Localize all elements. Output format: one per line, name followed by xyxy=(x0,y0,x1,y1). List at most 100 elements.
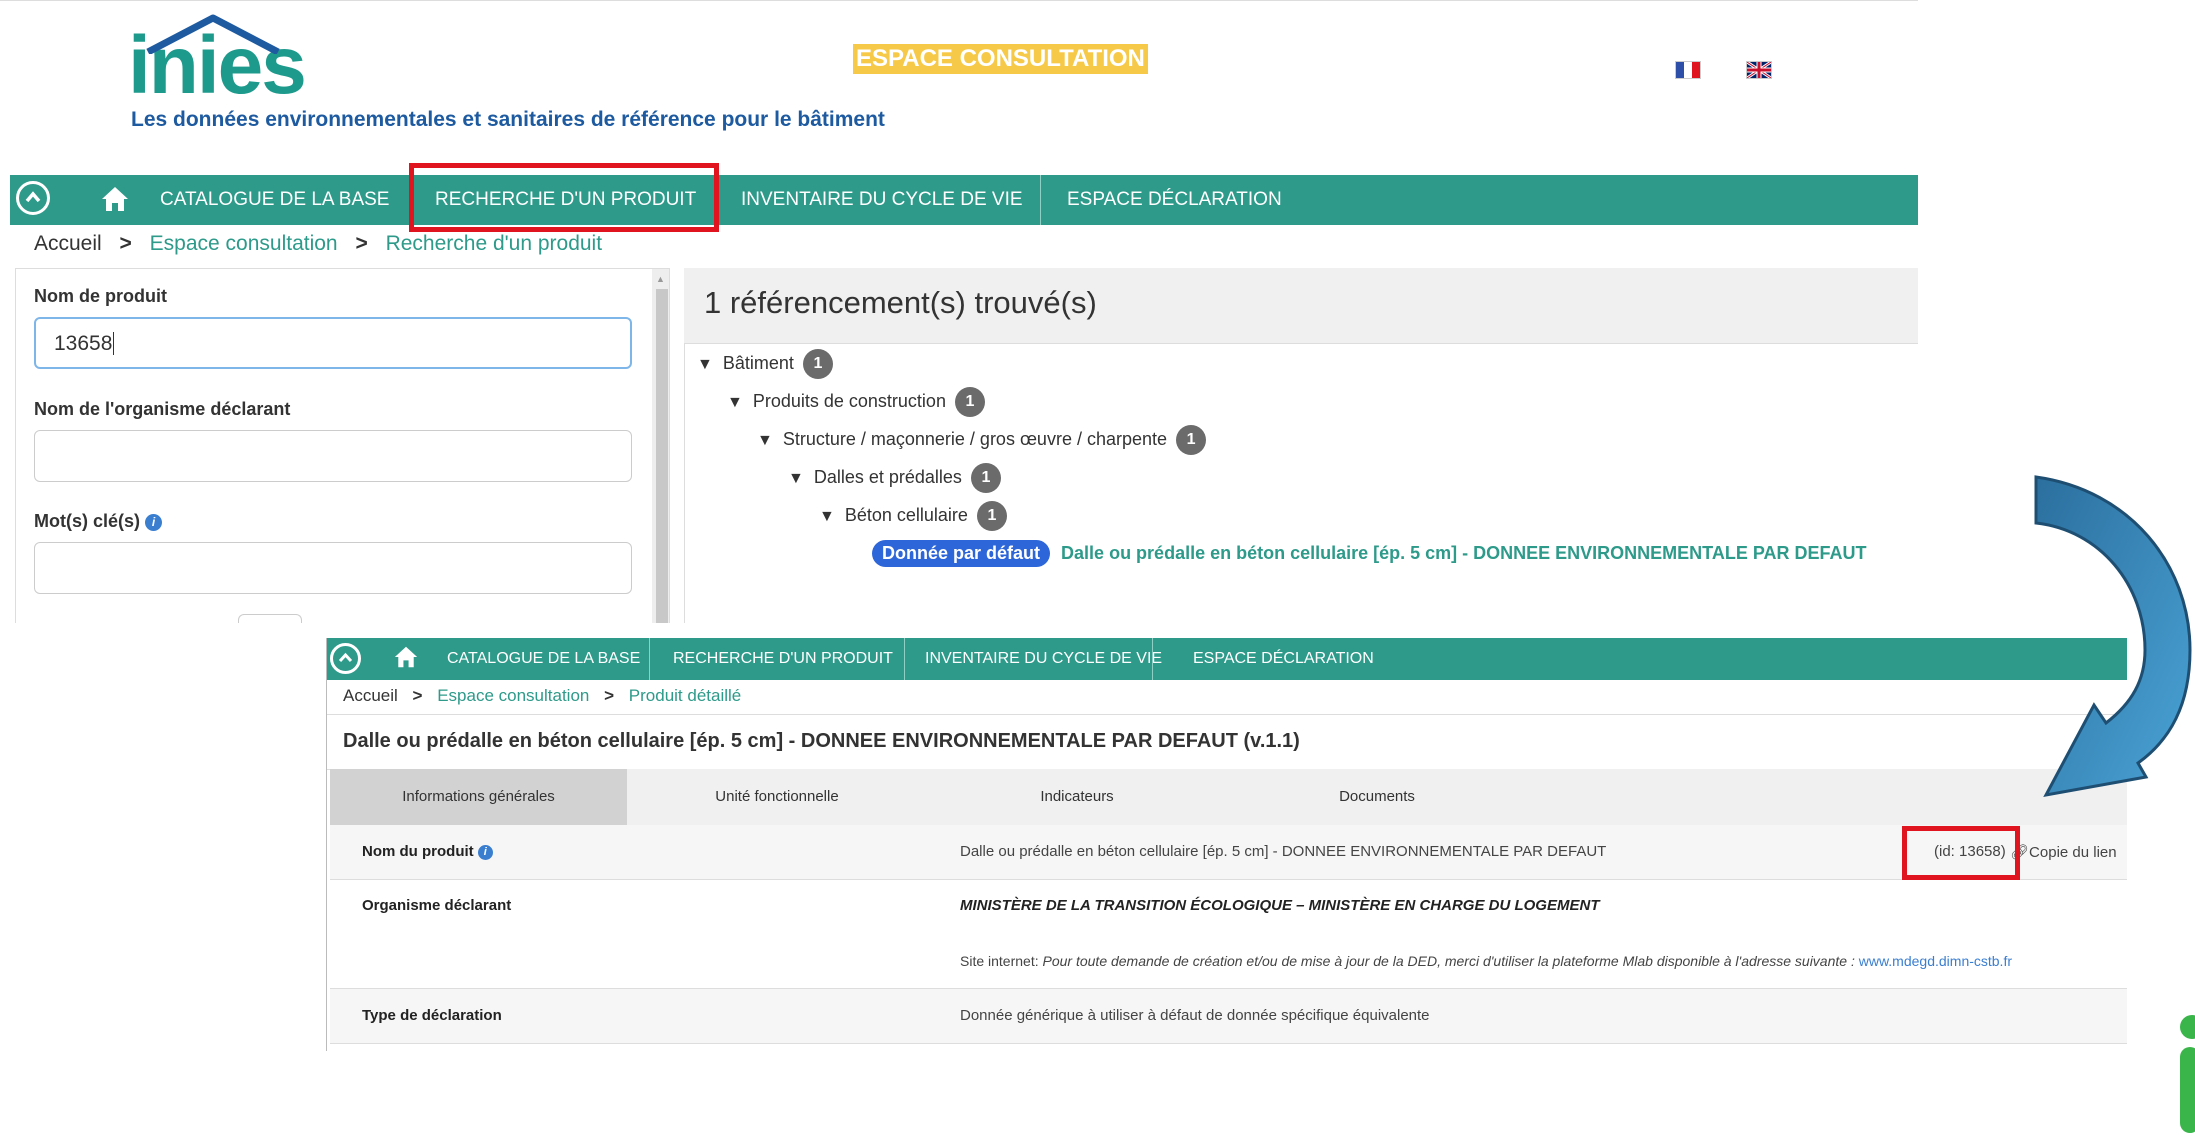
info-icon[interactable]: i xyxy=(477,844,493,860)
logo-roof-icon xyxy=(146,14,280,54)
row-declaration-type: Type de déclaration Donnée générique à u… xyxy=(330,989,2127,1044)
en-flag-icon[interactable] xyxy=(1746,61,1772,79)
edge-logo-fragment xyxy=(2180,1015,2195,1133)
results-divider xyxy=(684,343,685,623)
highlight-id-box xyxy=(1902,826,2020,880)
product-name-input[interactable]: 13658 xyxy=(34,317,632,369)
website-prefix: Site internet: xyxy=(960,953,1039,969)
row-organism: Organisme déclarant MINISTÈRE DE LA TRAN… xyxy=(330,880,2127,989)
breadcrumb-separator: > xyxy=(119,232,132,255)
partial-button[interactable] xyxy=(238,614,302,623)
nav-catalogue[interactable]: CATALOGUE DE LA BASE xyxy=(447,638,640,680)
count-badge: 1 xyxy=(976,501,1007,531)
copy-link: Copie du lien xyxy=(2029,844,2117,861)
breadcrumb-current[interactable]: Produit détaillé xyxy=(629,686,741,705)
row-product-name: Nom du produit i Dalle ou prédalle en bé… xyxy=(330,825,2127,880)
collapse-chevron-icon[interactable] xyxy=(330,643,361,674)
website-note: Pour toute demande de création et/ou de … xyxy=(1042,953,1855,969)
highlight-recherche-box xyxy=(409,163,719,232)
product-title: Dalle ou prédalle en béton cellulaire [é… xyxy=(343,730,1300,752)
nav-recherche[interactable]: RECHERCHE D'UN PRODUIT xyxy=(673,638,893,680)
site-tagline: Les données environnementales et sanitai… xyxy=(131,108,885,131)
tab-indicateurs[interactable]: Indicateurs xyxy=(927,769,1227,825)
tree-node-beton[interactable]: ▼ Béton cellulaire 1 xyxy=(819,501,1007,531)
nav-declaration[interactable]: ESPACE DÉCLARATION xyxy=(1193,638,1374,680)
organism-key: Organisme déclarant xyxy=(362,897,512,914)
espace-consultation-badge: ESPACE CONSULTATION xyxy=(853,44,1148,74)
product-title-bar: Dalle ou prédalle en béton cellulaire [é… xyxy=(327,714,2127,770)
copy-link-wrap[interactable]: 🔗︎Copie du lien xyxy=(2010,843,2117,861)
nav-catalogue[interactable]: CATALOGUE DE LA BASE xyxy=(160,175,389,225)
tree-node-structure[interactable]: ▼ Structure / maçonnerie / gros œuvre / c… xyxy=(757,425,1207,455)
tab-informations-generales[interactable]: Informations générales xyxy=(330,769,627,825)
default-data-badge: Donnée par défaut xyxy=(872,540,1051,567)
result-product-link[interactable]: Dalle ou prédalle en béton cellulaire [é… xyxy=(1061,543,1866,563)
main-nav-bar: CATALOGUE DE LA BASE RECHERCHE D'UN PROD… xyxy=(10,175,1918,225)
nav-separator xyxy=(1152,638,1153,680)
keywords-label-wrap: Mot(s) clé(s) i xyxy=(34,511,163,532)
tree-label: Bâtiment xyxy=(722,352,794,373)
scrollbar-thumb[interactable] xyxy=(656,289,668,623)
curved-arrow-icon xyxy=(2034,475,2192,798)
info-icon[interactable]: i xyxy=(145,513,163,531)
product-name-label: Nom de produit xyxy=(34,286,167,306)
tree-node-dalles[interactable]: ▼ Dalles et prédalles 1 xyxy=(788,463,1001,493)
decl-type-key: Type de déclaration xyxy=(362,1007,502,1024)
tab-documents[interactable]: Documents xyxy=(1227,769,1527,825)
keywords-label: Mot(s) clé(s) xyxy=(34,511,141,531)
website-line: Site internet: Pour toute demande de cré… xyxy=(960,953,2012,969)
detail-nav-bar: CATALOGUE DE LA BASE RECHERCHE D'UN PROD… xyxy=(327,638,2127,680)
tree-label: Dalles et prédalles xyxy=(813,466,962,487)
decl-type-value: Donnée générique à utiliser à défaut de … xyxy=(960,1007,1430,1024)
count-badge: 1 xyxy=(954,387,985,417)
breadcrumb-home[interactable]: Accueil xyxy=(34,232,102,255)
breadcrumb-separator: > xyxy=(355,232,368,255)
results-header: 1 référencement(s) trouvé(s) xyxy=(684,268,1918,344)
keywords-input[interactable] xyxy=(34,542,632,594)
nav-declaration[interactable]: ESPACE DÉCLARATION xyxy=(1067,175,1282,225)
expand-triangle-icon[interactable]: ▼ xyxy=(819,508,835,525)
breadcrumb-current[interactable]: Recherche d'un produit xyxy=(386,232,602,255)
result-item: Donnée par défaut Dalle ou prédalle en b… xyxy=(872,540,1867,567)
product-name-value: Dalle ou prédalle en béton cellulaire [é… xyxy=(960,843,1607,860)
nav-separator xyxy=(649,638,650,680)
tree-label: Structure / maçonnerie / gros œuvre / ch… xyxy=(782,428,1168,449)
nav-separator xyxy=(1040,175,1041,225)
tree-label: Béton cellulaire xyxy=(844,504,968,525)
organism-input[interactable] xyxy=(34,430,632,482)
detail-tabs: Informations générales Unité fonctionnel… xyxy=(330,769,2127,825)
nav-inventaire[interactable]: INVENTAIRE DU CYCLE DE VIE xyxy=(925,638,1162,680)
website-url[interactable]: www.mdegd.dimn-cstb.fr xyxy=(1859,953,2012,969)
breadcrumb: Accueil > Espace consultation > Produit … xyxy=(343,686,741,706)
tab-unite-fonctionnelle[interactable]: Unité fonctionnelle xyxy=(627,769,927,825)
breadcrumb-espace[interactable]: Espace consultation xyxy=(437,686,589,705)
organism-value: MINISTÈRE DE LA TRANSITION ÉCOLOGIQUE – … xyxy=(960,897,1600,914)
organism-label: Nom de l'organisme déclarant xyxy=(34,399,291,419)
results-title: 1 référencement(s) trouvé(s) xyxy=(704,285,1097,320)
breadcrumb-home[interactable]: Accueil xyxy=(343,686,398,705)
home-icon[interactable] xyxy=(393,645,419,669)
tree-node-batiment[interactable]: ▼ Bâtiment 1 xyxy=(697,349,833,379)
expand-triangle-icon[interactable]: ▼ xyxy=(697,356,713,373)
product-detail-screenshot: CATALOGUE DE LA BASE RECHERCHE D'UN PROD… xyxy=(326,638,2127,1051)
tree-node-produits[interactable]: ▼ Produits de construction 1 xyxy=(727,387,985,417)
scroll-up-arrow-icon[interactable]: ▲ xyxy=(656,274,665,284)
breadcrumb: Accueil > Espace consultation > Recherch… xyxy=(34,232,602,256)
nav-inventaire[interactable]: INVENTAIRE DU CYCLE DE VIE xyxy=(741,175,1023,225)
expand-triangle-icon[interactable]: ▼ xyxy=(727,394,743,411)
breadcrumb-separator: > xyxy=(412,686,423,705)
product-name-key: Nom du produit xyxy=(362,843,474,860)
breadcrumb-separator: > xyxy=(604,686,615,705)
count-badge: 1 xyxy=(1176,425,1207,455)
expand-triangle-icon[interactable]: ▼ xyxy=(757,432,773,449)
collapse-chevron-icon[interactable] xyxy=(16,181,50,215)
home-icon[interactable] xyxy=(100,185,130,213)
product-name-value: 13658 xyxy=(54,332,113,355)
expand-triangle-icon[interactable]: ▼ xyxy=(788,470,804,487)
row-key-wrap: Nom du produit i xyxy=(362,843,493,860)
tree-label: Produits de construction xyxy=(752,390,946,411)
page-top-border xyxy=(0,0,1918,5)
count-badge: 1 xyxy=(970,463,1001,493)
breadcrumb-espace[interactable]: Espace consultation xyxy=(150,232,338,255)
fr-flag-icon[interactable] xyxy=(1675,61,1701,79)
